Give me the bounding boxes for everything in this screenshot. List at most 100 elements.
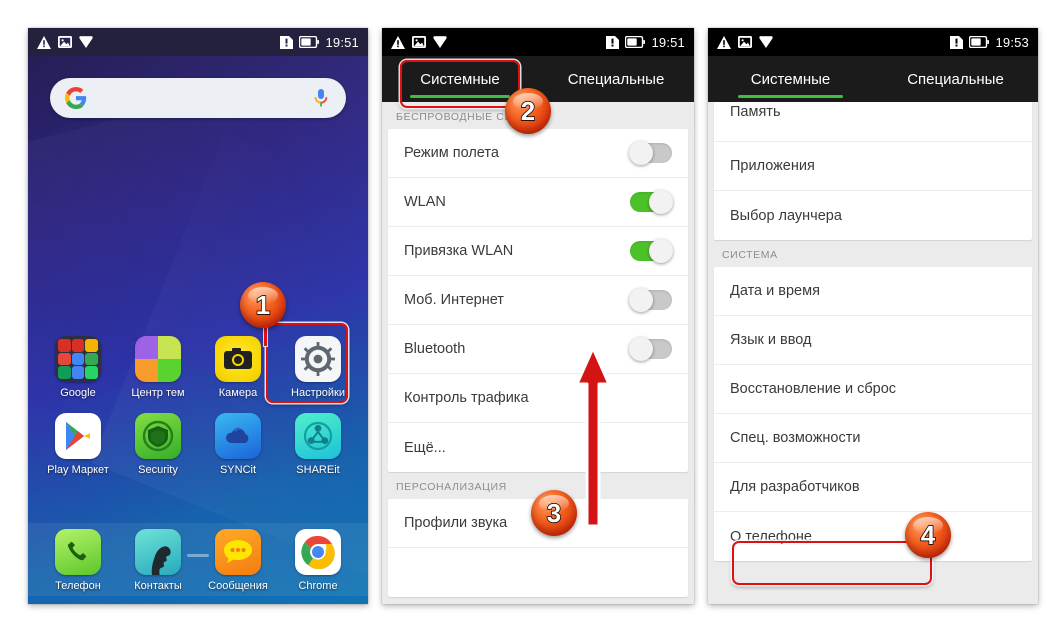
phone-panel-home: 19:51 Google Центр тем Камера Настройки … (28, 28, 368, 604)
app-label: SYNCit (219, 464, 257, 476)
row-wlan-tethering[interactable]: Привязка WLAN (388, 227, 688, 276)
contacts-person-icon (135, 529, 181, 575)
syncit-cloud-icon (215, 413, 261, 459)
app-label: Google (60, 387, 96, 399)
phone-panel-system: 19:53 Системные Специальные Память Прило… (708, 28, 1038, 604)
section-header-system: СИСТЕМА (722, 249, 778, 261)
row-language-input[interactable]: Язык и ввод (714, 316, 1032, 365)
toggle-airplane-mode[interactable] (629, 141, 672, 165)
toggle-mobile-data[interactable] (629, 288, 672, 312)
warning-triangle-icon (717, 35, 731, 49)
row-partial-next[interactable] (388, 548, 688, 597)
play-store-icon (55, 413, 101, 459)
warning-triangle-icon (37, 35, 51, 49)
image-icon (412, 36, 426, 48)
image-icon (738, 36, 752, 48)
system-card-main: Дата и время Язык и ввод Восстановление … (714, 267, 1032, 561)
tab-special[interactable]: Специальные (538, 56, 694, 102)
microphone-icon[interactable] (313, 88, 329, 108)
row-more[interactable]: Ещё... (388, 423, 688, 472)
app-shareit[interactable]: SHAREit (285, 413, 351, 476)
app-contacts[interactable]: Контакты (125, 529, 191, 592)
toggle-bluetooth[interactable] (629, 337, 672, 361)
row-accessibility[interactable]: Спец. возможности (714, 414, 1032, 463)
status-bar-system: 19:53 (708, 28, 1038, 56)
messages-bubble-icon (215, 529, 261, 575)
row-label: Выбор лаунчера (730, 207, 842, 224)
callout-badge-1: 1 (240, 282, 286, 328)
row-traffic-control[interactable]: Контроль трафика (388, 374, 688, 423)
row-memory[interactable]: Память (714, 102, 1032, 142)
sim-alert-icon (280, 35, 294, 49)
row-label: Язык и ввод (730, 332, 812, 348)
system-tabbar: Системные Специальные (708, 56, 1038, 102)
row-backup-reset[interactable]: Восстановление и сброс (714, 365, 1032, 414)
callout-badge-2: 2 (505, 88, 551, 134)
tab-system[interactable]: Системные (708, 56, 873, 102)
status-icons-left (717, 35, 773, 49)
status-icons-left (391, 35, 447, 49)
chevron-down-icon (79, 35, 93, 48)
row-label: Bluetooth (404, 341, 466, 357)
google-folder-icon (55, 336, 101, 382)
toggle-wlan-tethering[interactable] (630, 239, 673, 263)
warning-triangle-icon (391, 35, 405, 49)
callout-badge-3: 3 (531, 490, 577, 536)
security-shield-icon (135, 413, 181, 459)
row-launcher-choice[interactable]: Выбор лаунчера (714, 191, 1032, 240)
sim-alert-icon (950, 35, 964, 49)
row-wlan[interactable]: WLAN (388, 178, 688, 227)
status-icons-right: 19:53 (950, 35, 1029, 50)
row-label: Ещё... (404, 439, 446, 456)
row-date-time[interactable]: Дата и время (714, 267, 1032, 316)
chrome-icon (295, 529, 341, 575)
row-label: Контроль трафика (404, 390, 529, 406)
app-theme-center[interactable]: Центр тем (125, 336, 191, 399)
row-label: Дата и время (730, 283, 820, 299)
toggle-knob (649, 239, 673, 263)
badge-number: 3 (546, 498, 562, 528)
row-mobile-data[interactable]: Моб. Интернет (388, 276, 688, 325)
scroll-up-arrow (575, 346, 611, 528)
app-security[interactable]: Security (125, 413, 191, 476)
app-google-folder[interactable]: Google (45, 336, 111, 399)
app-camera[interactable]: Камера (205, 336, 271, 399)
battery-icon (969, 36, 990, 48)
tab-label: Системные (750, 70, 831, 88)
row-applications[interactable]: Приложения (714, 142, 1032, 191)
system-list[interactable]: Память Приложения Выбор лаунчера СИСТЕМА… (708, 102, 1038, 604)
app-label: Play Маркет (47, 464, 109, 476)
app-label: Сообщения (208, 580, 268, 592)
app-label: Центр тем (131, 387, 185, 399)
app-chrome[interactable]: Chrome (285, 529, 351, 592)
app-messages[interactable]: Сообщения (205, 529, 271, 592)
tab-label: Специальные (567, 70, 665, 88)
row-label: Память (730, 104, 781, 120)
app-play-market[interactable]: Play Маркет (45, 413, 111, 476)
app-label: SHAREit (296, 464, 340, 476)
row-airplane-mode[interactable]: Режим полета (388, 129, 688, 178)
app-label: Chrome (298, 580, 338, 592)
google-search-bar[interactable] (50, 78, 346, 118)
row-label: Профили звука (404, 515, 508, 531)
row-developer-options[interactable]: Для разработчиков (714, 463, 1032, 512)
app-label: Камера (218, 387, 258, 399)
row-label: Приложения (730, 158, 815, 174)
tab-active-underline (737, 95, 844, 98)
badge-number: 1 (255, 290, 271, 320)
toggle-wlan[interactable] (630, 190, 673, 214)
dock-row: Телефон Контакты Сообщения Chrome (28, 529, 368, 592)
app-label: Security (138, 464, 178, 476)
badge-number: 4 (920, 520, 936, 550)
row-label: Привязка WLAN (404, 243, 514, 259)
app-phone[interactable]: Телефон (45, 529, 111, 592)
row-label: Спец. возможности (730, 430, 861, 446)
screenshot-root: 19:51 Google Центр тем Камера Настройки … (0, 0, 1064, 632)
tab-special[interactable]: Специальные (873, 56, 1038, 102)
image-icon (58, 36, 72, 48)
app-syncit[interactable]: SYNCit (205, 413, 271, 476)
highlight-about-phone (732, 541, 932, 585)
phone-handset-icon (55, 529, 101, 575)
callout-badge-4: 4 (905, 512, 951, 558)
row-bluetooth[interactable]: Bluetooth (388, 325, 688, 374)
